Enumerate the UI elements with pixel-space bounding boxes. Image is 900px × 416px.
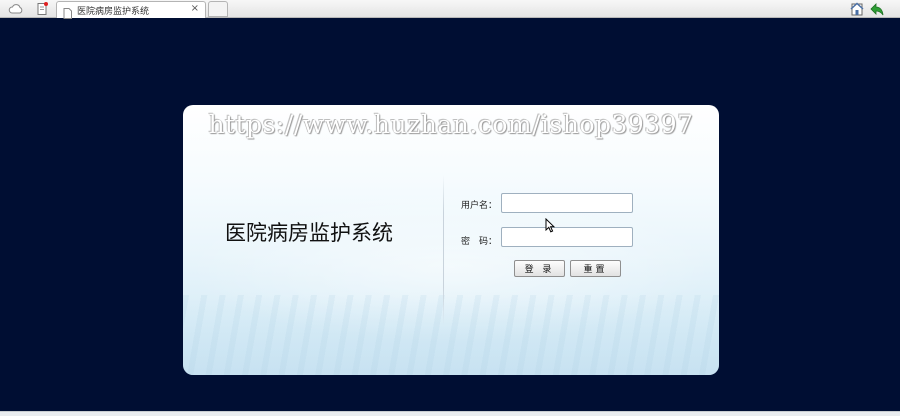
password-label: 密 码： (461, 237, 498, 247)
tab-active[interactable]: 医院病房监护系统 × (56, 1, 206, 19)
notes-icon[interactable] (31, 1, 53, 17)
watermark-text: https://www.huzhan.com/ishop39397 (208, 110, 694, 139)
system-title: 医院病房监护系统 (225, 221, 393, 245)
username-label: 用户名： (461, 201, 498, 211)
new-tab-button[interactable] (208, 1, 228, 17)
login-panel: https://www.huzhan.com/ishop39397 医院病房监护… (183, 105, 719, 375)
status-bar (0, 411, 900, 416)
password-input[interactable] (501, 227, 633, 247)
mouse-cursor-icon (545, 217, 556, 237)
login-button[interactable]: 登 录 (514, 260, 565, 277)
page-icon (63, 4, 72, 23)
home-icon[interactable] (849, 1, 865, 17)
browser-tab-bar: 医院病房监护系统 × (0, 0, 900, 19)
panel-background-floor (183, 295, 719, 375)
username-input[interactable] (501, 193, 633, 213)
back-arrow-icon[interactable] (869, 1, 885, 17)
reset-button[interactable]: 重置 (570, 260, 621, 277)
tab-close-button[interactable]: × (191, 3, 199, 15)
tab-title: 医院病房监护系统 (77, 7, 150, 17)
panel-divider (443, 175, 444, 325)
cloud-icon[interactable] (5, 1, 27, 17)
